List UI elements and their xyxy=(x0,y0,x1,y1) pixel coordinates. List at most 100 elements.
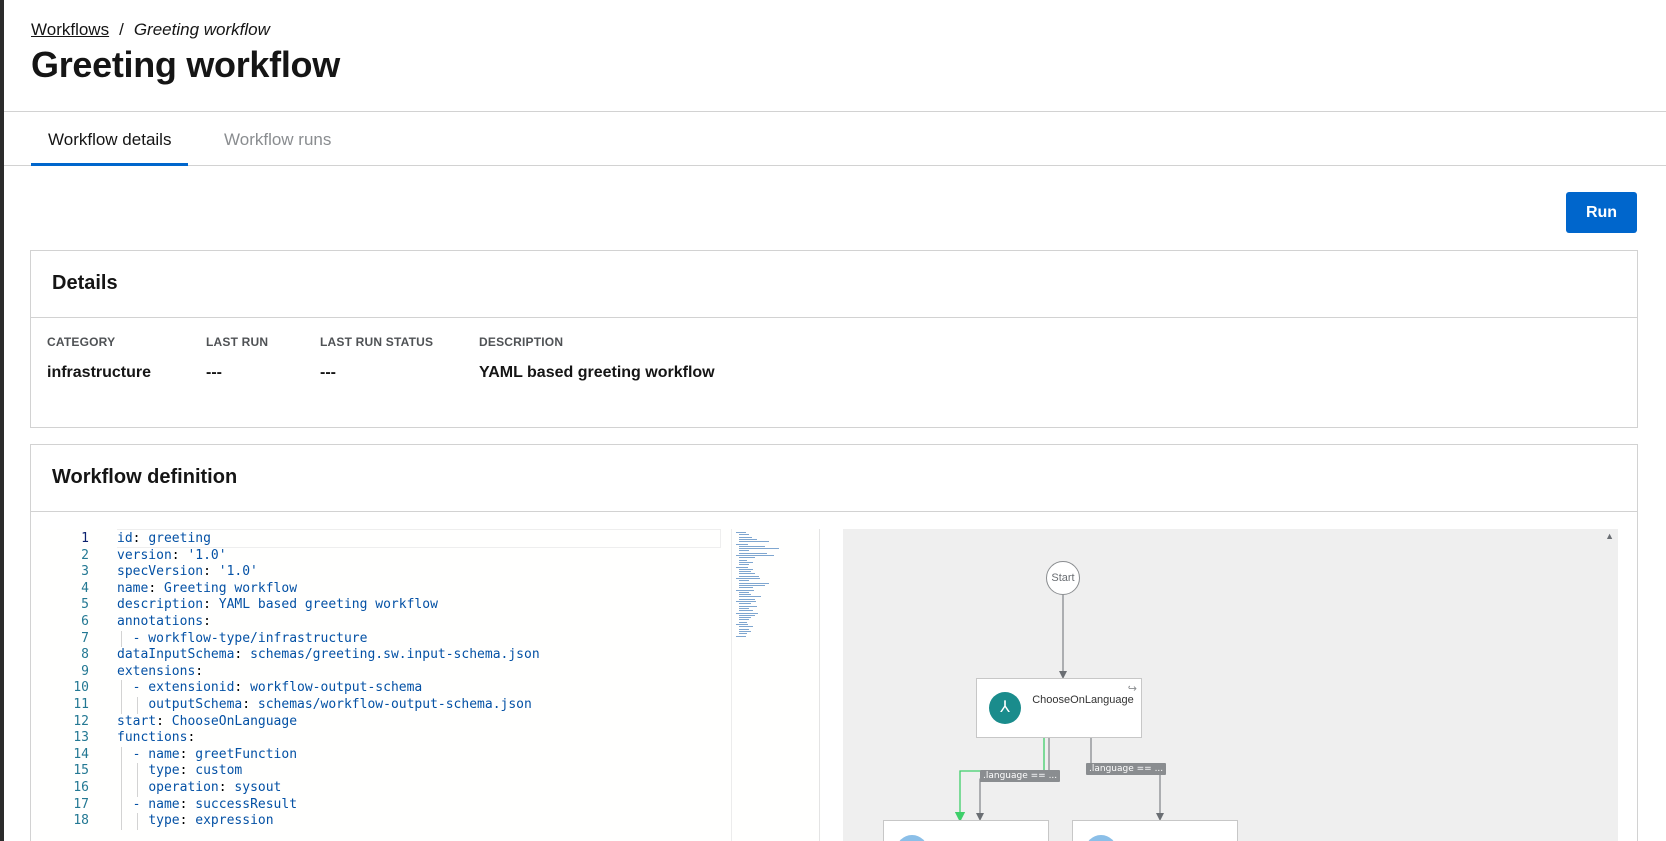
code-value: Greeting workflow xyxy=(163,580,298,596)
code-line: type: expression xyxy=(148,813,274,829)
code-line: - extensionid: workflow-output-schema xyxy=(132,680,423,696)
external-link-icon[interactable]: ↪ xyxy=(1128,682,1137,695)
minimap-line xyxy=(739,603,751,605)
code-key: functions xyxy=(117,730,188,746)
line-number: 18 xyxy=(73,813,89,829)
code-area[interactable]: id: greeting version: '1.0' specVersion: '… xyxy=(117,529,737,841)
indent-guide xyxy=(121,780,122,797)
line-number: 15 xyxy=(73,763,89,779)
code-key: annotations xyxy=(117,614,204,629)
code-line: operation: sysout xyxy=(148,780,282,795)
editor-scrollbar[interactable] xyxy=(819,529,833,841)
line-number: 7 xyxy=(81,630,89,646)
choose-on-language-node[interactable]: ⅄ ChooseOnLanguage ↪ xyxy=(976,678,1142,738)
code-line: start: ChooseOnLanguage xyxy=(117,713,298,729)
detail-label: LAST RUN STATUS xyxy=(320,335,434,349)
state-icon xyxy=(1085,835,1117,841)
minimap-line xyxy=(739,541,769,543)
minimap-line xyxy=(739,584,765,586)
code-editor[interactable]: 1 2 3 4 5 6 7 8 9 10 11 12 13 14 15 16 17 18 id: greeting… xyxy=(31,529,821,841)
code-line: version: '1.0' xyxy=(117,547,227,563)
code-key: description xyxy=(117,597,204,613)
minimap-line xyxy=(739,534,749,536)
code-line: name: Greeting workflow xyxy=(117,580,298,596)
minimap-line xyxy=(739,550,749,552)
code-value: successResult xyxy=(195,796,298,812)
edge-condition-label: .language == ... xyxy=(1086,763,1167,775)
code-key: type xyxy=(148,813,180,829)
code-key: type xyxy=(148,763,180,779)
minimap-line xyxy=(739,598,755,600)
greet-node-right[interactable] xyxy=(1072,820,1238,841)
minimap-line xyxy=(739,582,769,584)
line-number: 2 xyxy=(81,547,89,563)
code-key: id xyxy=(117,531,133,546)
indent-guide xyxy=(121,763,122,780)
code-value: expression xyxy=(195,813,274,829)
code-key: dataInputSchema xyxy=(117,647,235,663)
tab-workflow-runs[interactable]: Workflow runs xyxy=(207,113,348,166)
tab-workflow-details[interactable]: Workflow details xyxy=(31,113,189,166)
minimap-line xyxy=(739,610,753,612)
minimap-line xyxy=(736,578,760,579)
details-card: Details CATEGORY infrastructure LAST RUN… xyxy=(30,250,1638,428)
detail-category: CATEGORY infrastructure xyxy=(47,335,151,382)
line-number: 6 xyxy=(81,614,89,629)
code-value: '1.0' xyxy=(187,547,227,563)
code-value: workflow-output-schema xyxy=(250,680,423,696)
code-value: ChooseOnLanguage xyxy=(171,713,298,729)
minimap-line xyxy=(739,559,747,561)
code-line: dataInputSchema: schemas/greeting.sw.inp… xyxy=(117,647,540,663)
line-number: 1 xyxy=(81,531,89,546)
indent-guide xyxy=(136,763,138,780)
detail-description: DESCRIPTION YAML based greeting workflow xyxy=(479,335,715,382)
code-line: - name: successResult xyxy=(132,796,298,812)
minimap-line xyxy=(736,532,746,533)
breadcrumb-workflows-link[interactable]: Workflows xyxy=(31,20,109,40)
code-line: annotations: xyxy=(117,614,211,629)
minimap-line xyxy=(739,568,753,570)
breadcrumb-separator: / xyxy=(119,20,124,39)
minimap-line xyxy=(739,633,747,635)
minimap-line xyxy=(739,594,751,596)
code-value: greetFunction xyxy=(195,746,298,762)
greet-node-left[interactable] xyxy=(883,820,1049,841)
minimap-line xyxy=(739,545,765,547)
line-number: 12 xyxy=(73,713,89,729)
minimap-line xyxy=(739,596,761,598)
detail-label: CATEGORY xyxy=(47,335,116,349)
minimap-line xyxy=(739,571,751,573)
code-value: YAML based greeting workflow xyxy=(218,597,438,613)
detail-value: YAML based greeting workflow xyxy=(479,364,715,381)
workflow-diagram[interactable]: ▲ Start ⅄ ChooseOnLanguage ↪ .language =… xyxy=(843,529,1618,841)
line-number: 13 xyxy=(73,730,89,746)
line-number: 11 xyxy=(73,697,89,712)
minimap-line xyxy=(739,621,747,623)
run-button[interactable]: Run xyxy=(1566,192,1637,233)
minimap-line xyxy=(739,548,779,550)
editor-minimap[interactable] xyxy=(731,529,821,841)
code-line: outputSchema: schemas/workflow-output-sc… xyxy=(148,697,532,712)
code-key: name xyxy=(117,580,149,596)
start-node[interactable]: Start xyxy=(1046,561,1080,595)
line-number: 5 xyxy=(81,597,89,613)
state-icon xyxy=(896,835,928,841)
code-value: sysout xyxy=(234,780,282,795)
minimap-line xyxy=(736,635,746,637)
line-number: 17 xyxy=(73,796,89,812)
code-key: version xyxy=(117,547,172,563)
edge-choose-right xyxy=(1090,738,1164,821)
line-number: 8 xyxy=(81,647,89,663)
detail-value: infrastructure xyxy=(47,364,152,381)
code-line: - workflow-type/infrastructure xyxy=(117,631,368,646)
minimap-line xyxy=(736,543,748,545)
line-number: 16 xyxy=(73,780,89,795)
minimap-line xyxy=(739,591,749,593)
minimap-line xyxy=(736,601,756,602)
line-number-gutter: 1 2 3 4 5 6 7 8 9 10 11 12 13 14 15 16 17 18 xyxy=(31,529,89,841)
code-line: id: greeting xyxy=(117,531,211,546)
breadcrumb: Workflows / Greeting workflow xyxy=(31,20,270,40)
detail-value: --- xyxy=(206,364,222,381)
node-label: ChooseOnLanguage xyxy=(1032,694,1134,706)
minimap-line xyxy=(736,624,748,625)
